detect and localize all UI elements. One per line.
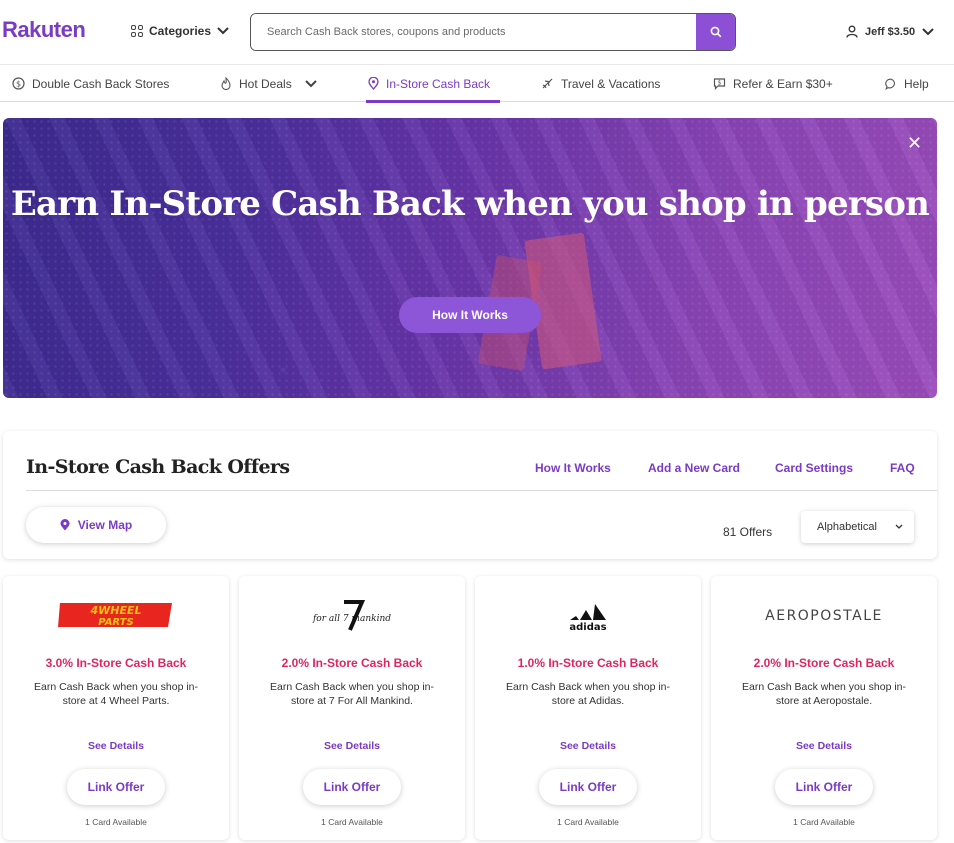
link-offer-button[interactable]: Link Offer: [539, 769, 637, 805]
7-for-all-mankind-logo: for all 7 mankind: [312, 600, 391, 631]
categories-label: Categories: [149, 24, 212, 38]
nav-help[interactable]: Help: [885, 65, 929, 102]
link-offer-button[interactable]: Link Offer: [67, 769, 165, 805]
chevron-down-icon: [895, 524, 903, 529]
nav-double-cash-back[interactable]: $ Double Cash Back Stores: [12, 65, 169, 102]
logo-text: AEROPOSTALE: [765, 608, 883, 624]
cash-back-rate: 3.0% In-Store Cash Back: [45, 656, 187, 670]
link-offer-button[interactable]: Link Offer: [303, 769, 401, 805]
store-logo-4-wheel-parts[interactable]: 4WHEEL PARTS: [3, 598, 229, 632]
svg-text:$: $: [718, 80, 722, 87]
flame-icon: [221, 77, 231, 90]
offer-cards: 4WHEEL PARTS 3.0% In-Store Cash Back Ear…: [3, 576, 937, 843]
search-input[interactable]: [251, 14, 696, 50]
svg-text:$: $: [16, 79, 21, 88]
4-wheel-parts-logo: 4WHEEL PARTS: [58, 603, 172, 628]
cash-back-rate: 2.0% In-Store Cash Back: [281, 656, 423, 670]
location-pin-icon: [60, 519, 70, 531]
search-bar: [250, 13, 736, 51]
faq-link[interactable]: FAQ: [890, 461, 915, 475]
chevron-down-icon: [217, 27, 229, 35]
nav-label: Hot Deals: [239, 76, 292, 91]
sort-label: Alphabetical: [817, 521, 877, 533]
hero-headline: Earn In-Store Cash Back when you shop in…: [10, 184, 930, 224]
grid-icon: [131, 25, 143, 37]
chat-bubble-icon: [885, 78, 895, 90]
rakuten-logo[interactable]: Rakuten: [2, 17, 86, 43]
offer-count: 81 Offers: [723, 525, 773, 539]
sort-dropdown[interactable]: Alphabetical: [801, 511, 914, 543]
location-pin-icon: [368, 77, 379, 90]
search-button[interactable]: [696, 14, 735, 50]
store-logo-adidas[interactable]: adidas: [475, 598, 701, 632]
nav-refer-earn[interactable]: $ Refer & Earn $30+: [713, 65, 833, 102]
card-availability: 1 Card Available: [85, 817, 147, 827]
categories-menu[interactable]: Categories: [131, 24, 229, 38]
user-icon: [846, 25, 858, 38]
offer-description: Earn Cash Back when you shop in-store at…: [269, 681, 434, 707]
svg-text:PARTS: PARTS: [98, 617, 133, 628]
nav-in-store-cash-back[interactable]: In-Store Cash Back: [365, 65, 501, 103]
logo-text: adidas: [569, 622, 606, 632]
search-icon: [710, 26, 721, 38]
chevron-down-icon: [922, 27, 934, 35]
see-details-link[interactable]: See Details: [475, 740, 701, 752]
divider: [26, 490, 937, 491]
how-it-works-button[interactable]: How It Works: [399, 297, 541, 333]
store-logo-aeropostale[interactable]: AEROPOSTALE: [711, 598, 937, 632]
nav-travel-vacations[interactable]: Travel & Vacations: [541, 65, 660, 102]
view-map-label: View Map: [77, 518, 133, 532]
see-details-link[interactable]: See Details: [711, 740, 937, 752]
offer-card-aeropostale: AEROPOSTALE 2.0% In-Store Cash Back Earn…: [711, 576, 937, 840]
link-offer-button[interactable]: Link Offer: [775, 769, 873, 805]
see-details-link[interactable]: See Details: [3, 740, 229, 752]
card-availability: 1 Card Available: [793, 817, 855, 827]
aeropostale-logo: AEROPOSTALE: [765, 608, 883, 624]
account-label: Jeff $3.50: [865, 25, 916, 38]
cash-back-rate: 2.0% In-Store Cash Back: [753, 656, 895, 670]
chevron-down-icon: [304, 79, 317, 87]
offer-description: Earn Cash Back when you shop in-store at…: [741, 681, 906, 707]
nav-label: Refer & Earn $30+: [733, 76, 833, 91]
logo-text: 4WHEEL: [89, 604, 141, 617]
dollar-circle-icon: $: [12, 77, 25, 90]
add-new-card-link[interactable]: Add a New Card: [648, 461, 740, 475]
offers-panel: In-Store Cash Back Offers How It Works A…: [3, 431, 937, 559]
nav-label: Help: [904, 76, 929, 91]
offer-description: Earn Cash Back when you shop in-store at…: [505, 681, 670, 707]
hero-background-pattern: [3, 118, 937, 398]
store-logo-7-for-all-mankind[interactable]: for all 7 mankind: [239, 598, 465, 632]
card-settings-link[interactable]: Card Settings: [775, 461, 853, 475]
close-icon[interactable]: ✕: [907, 134, 922, 152]
nav-label: Travel & Vacations: [561, 76, 661, 91]
card-availability: 1 Card Available: [557, 817, 619, 827]
offers-title: In-Store Cash Back Offers: [26, 456, 290, 478]
account-menu[interactable]: Jeff $3.50: [846, 25, 934, 38]
chat-dollar-icon: $: [713, 78, 726, 90]
nav-label: Double Cash Back Stores: [32, 76, 170, 91]
how-it-works-link[interactable]: How It Works: [535, 461, 611, 475]
cash-back-rate: 1.0% In-Store Cash Back: [517, 656, 659, 670]
offer-description: Earn Cash Back when you shop in-store at…: [33, 681, 198, 707]
offer-card-7-for-all-mankind: for all 7 mankind 2.0% In-Store Cash Bac…: [239, 576, 465, 840]
nav-hot-deals[interactable]: Hot Deals: [220, 65, 317, 102]
adidas-logo: adidas: [569, 604, 607, 632]
hero-banner: Earn In-Store Cash Back when you shop in…: [3, 118, 937, 398]
see-details-link[interactable]: See Details: [239, 740, 465, 752]
view-map-button[interactable]: View Map: [26, 507, 166, 543]
card-availability: 1 Card Available: [321, 817, 383, 827]
main-nav: $ Double Cash Back Stores Hot Deals In-S…: [0, 64, 954, 103]
offer-card-4-wheel-parts: 4WHEEL PARTS 3.0% In-Store Cash Back Ear…: [3, 576, 229, 840]
nav-label: In-Store Cash Back: [386, 76, 491, 91]
top-bar: Rakuten Categories Jeff $3.50: [0, 0, 954, 64]
offer-card-adidas: adidas 1.0% In-Store Cash Back Earn Cash…: [475, 576, 701, 840]
plane-icon: [542, 78, 553, 89]
